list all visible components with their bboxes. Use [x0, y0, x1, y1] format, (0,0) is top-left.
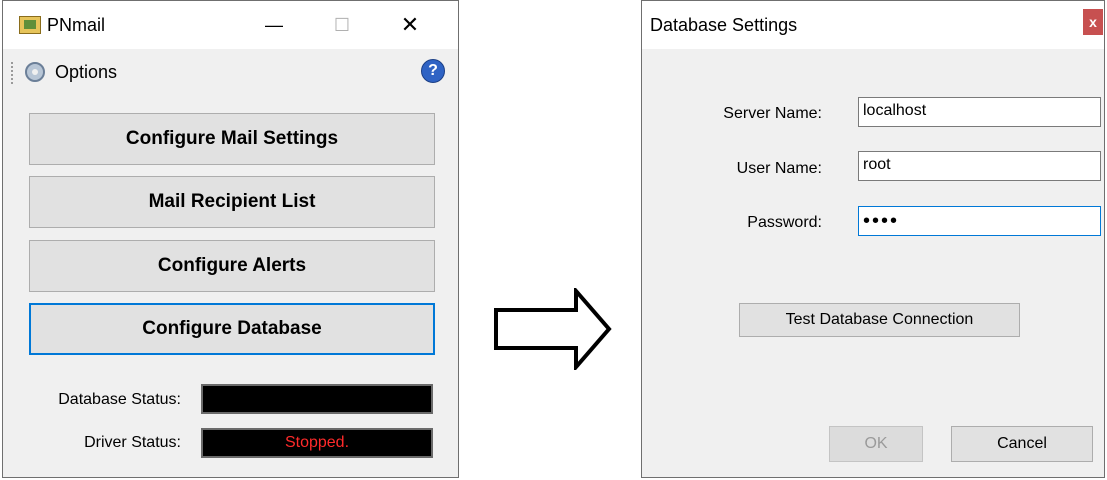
- ok-button[interactable]: OK: [829, 426, 923, 462]
- cancel-button[interactable]: Cancel: [951, 426, 1093, 462]
- close-icon: ✕: [400, 12, 420, 37]
- driver-status-value: Stopped.: [201, 428, 433, 458]
- driver-status-label: Driver Status:: [84, 434, 181, 451]
- server-name-label: Server Name:: [723, 105, 822, 122]
- maximize-icon: ☐: [333, 14, 351, 35]
- mail-recipient-list-button[interactable]: Mail Recipient List: [29, 176, 435, 228]
- dialog-title-bar[interactable]: Database Settings x: [642, 1, 1104, 49]
- maximize-button[interactable]: ☐: [319, 7, 365, 43]
- right-arrow-icon: [494, 288, 612, 370]
- close-icon: x: [1089, 14, 1097, 30]
- test-database-connection-button[interactable]: Test Database Connection: [739, 303, 1020, 337]
- gear-icon[interactable]: [25, 62, 45, 82]
- window-title: PNmail: [47, 15, 106, 35]
- app-map-icon: [19, 16, 41, 34]
- user-name-field[interactable]: root: [858, 151, 1101, 181]
- dialog-close-button[interactable]: x: [1083, 9, 1103, 35]
- menu-bar: Options ?: [3, 55, 458, 89]
- configure-database-button[interactable]: Configure Database: [29, 303, 435, 355]
- help-icon[interactable]: ?: [421, 59, 445, 83]
- title-bar[interactable]: PNmail — ☐ ✕: [3, 1, 458, 49]
- options-menu[interactable]: Options: [55, 62, 117, 83]
- minimize-button[interactable]: —: [251, 7, 297, 43]
- pnmail-window: PNmail — ☐ ✕ Options ? Configure Mail Se…: [2, 0, 459, 478]
- database-status-label: Database Status:: [58, 391, 181, 408]
- server-name-field[interactable]: localhost: [858, 97, 1101, 127]
- close-button[interactable]: ✕: [387, 7, 433, 43]
- dialog-title: Database Settings: [650, 15, 798, 35]
- password-field[interactable]: ••••: [858, 206, 1101, 236]
- password-label: Password:: [747, 214, 822, 231]
- minimize-icon: —: [265, 14, 283, 35]
- database-settings-dialog: Database Settings x Server Name: localho…: [641, 0, 1105, 478]
- user-name-label: User Name:: [736, 160, 822, 177]
- configure-alerts-button[interactable]: Configure Alerts: [29, 240, 435, 292]
- toolbar-grip-icon[interactable]: [11, 62, 14, 84]
- configure-mail-settings-button[interactable]: Configure Mail Settings: [29, 113, 435, 165]
- database-status-value: [201, 384, 433, 414]
